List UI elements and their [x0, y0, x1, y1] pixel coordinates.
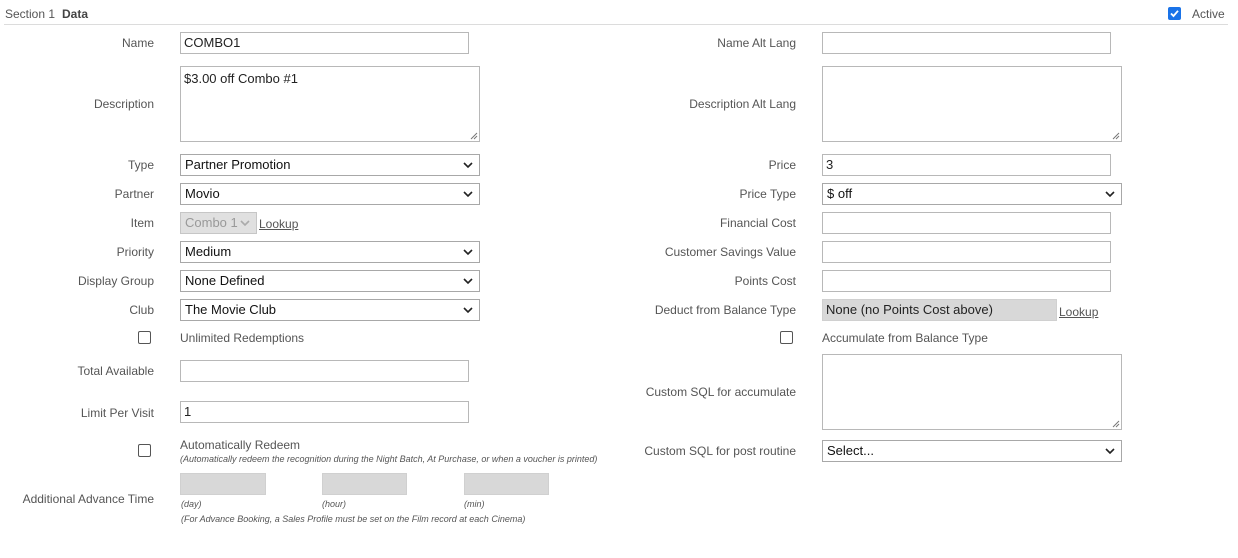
- club-select[interactable]: The Movie Club: [180, 299, 480, 321]
- limit-per-visit-input[interactable]: 1: [180, 401, 469, 423]
- unlimited-redemptions-checkbox[interactable]: [138, 331, 151, 344]
- active-checkbox[interactable]: [1168, 7, 1181, 20]
- advance-time-label: Additional Advance Time: [22, 492, 154, 506]
- custom-sql-post-value: Select...: [827, 443, 874, 458]
- points-cost-input[interactable]: [822, 270, 1111, 292]
- total-available-label: Total Available: [77, 364, 155, 378]
- customer-savings-label: Customer Savings Value: [664, 245, 796, 259]
- display-group-value: None Defined: [185, 273, 265, 288]
- advance-min-input[interactable]: [464, 473, 549, 495]
- priority-select[interactable]: Medium: [180, 241, 480, 263]
- item-lookup-link[interactable]: Lookup: [259, 217, 298, 231]
- partner-value: Movio: [185, 186, 220, 201]
- active-label: Active: [1192, 7, 1225, 21]
- name-alt-lang-input[interactable]: [822, 32, 1111, 54]
- custom-sql-accumulate-label: Custom SQL for accumulate: [645, 385, 796, 399]
- chevron-down-icon: [463, 307, 473, 314]
- price-type-select[interactable]: $ off: [822, 183, 1122, 205]
- auto-redeem-note: (Automatically redeem the recognition du…: [180, 454, 598, 464]
- chevron-down-icon: [463, 162, 473, 169]
- type-label: Type: [127, 158, 154, 172]
- auto-redeem-label: Automatically Redeem: [180, 438, 301, 452]
- partner-label: Partner: [114, 187, 154, 201]
- section-title: Data: [62, 7, 89, 21]
- price-type-label: Price Type: [739, 187, 796, 201]
- financial-cost-label: Financial Cost: [719, 216, 796, 230]
- resize-grip-icon[interactable]: [1111, 419, 1120, 428]
- description-alt-lang-label: Description Alt Lang: [689, 97, 796, 111]
- customer-savings-input[interactable]: [822, 241, 1111, 263]
- advance-day-input[interactable]: [180, 473, 266, 495]
- accumulate-balance-label: Accumulate from Balance Type: [822, 331, 988, 345]
- description-text: $3.00 off Combo #1: [184, 71, 298, 86]
- item-label: Item: [130, 216, 154, 230]
- chevron-down-icon: [240, 220, 250, 227]
- deduct-balance-field[interactable]: None (no Points Cost above): [822, 299, 1057, 321]
- price-input[interactable]: 3: [822, 154, 1111, 176]
- custom-sql-post-select[interactable]: Select...: [822, 440, 1122, 462]
- check-icon: [1170, 10, 1179, 18]
- points-cost-label: Points Cost: [734, 274, 796, 288]
- chevron-down-icon: [463, 249, 473, 256]
- priority-value: Medium: [185, 244, 232, 259]
- financial-cost-input[interactable]: [822, 212, 1111, 234]
- type-value: Partner Promotion: [185, 157, 291, 172]
- custom-sql-accumulate-textarea[interactable]: [822, 354, 1122, 430]
- resize-grip-icon[interactable]: [1111, 131, 1120, 140]
- total-available-input[interactable]: [180, 360, 469, 382]
- description-label: Description: [93, 97, 154, 111]
- name-alt-lang-label: Name Alt Lang: [717, 36, 796, 50]
- chevron-down-icon: [1105, 448, 1115, 455]
- resize-grip-icon[interactable]: [469, 131, 478, 140]
- advance-hour-input[interactable]: [322, 473, 407, 495]
- advance-day-caption: (day): [181, 499, 202, 509]
- accumulate-balance-checkbox[interactable]: [780, 331, 793, 344]
- advance-min-caption: (min): [464, 499, 485, 509]
- display-group-select[interactable]: None Defined: [180, 270, 480, 292]
- chevron-down-icon: [1105, 191, 1115, 198]
- section-label: Section 1: [5, 7, 56, 21]
- advance-hour-caption: (hour): [322, 499, 347, 509]
- limit-per-visit-label: Limit Per Visit: [80, 406, 154, 420]
- custom-sql-post-label: Custom SQL for post routine: [644, 444, 796, 458]
- price-label: Price: [768, 158, 796, 172]
- priority-label: Priority: [116, 245, 154, 259]
- type-select[interactable]: Partner Promotion: [180, 154, 480, 176]
- unlimited-redemptions-label: Unlimited Redemptions: [180, 331, 305, 345]
- advance-time-note: (For Advance Booking, a Sales Profile mu…: [181, 514, 526, 524]
- header-divider: [4, 24, 1228, 25]
- chevron-down-icon: [463, 278, 473, 285]
- item-select[interactable]: Combo 1: [180, 212, 257, 234]
- description-alt-lang-textarea[interactable]: [822, 66, 1122, 142]
- item-value: Combo 1: [185, 215, 238, 230]
- deduct-balance-label: Deduct from Balance Type: [654, 303, 796, 317]
- auto-redeem-checkbox[interactable]: [138, 444, 151, 457]
- deduct-balance-lookup-link[interactable]: Lookup: [1059, 305, 1098, 319]
- chevron-down-icon: [463, 191, 473, 198]
- partner-select[interactable]: Movio: [180, 183, 480, 205]
- price-type-value: $ off: [827, 186, 853, 201]
- club-value: The Movie Club: [185, 302, 277, 317]
- name-input[interactable]: COMBO1: [180, 32, 469, 54]
- display-group-label: Display Group: [77, 274, 154, 288]
- name-label: Name: [121, 36, 154, 50]
- club-label: Club: [129, 303, 154, 317]
- description-textarea[interactable]: $3.00 off Combo #1: [180, 66, 480, 142]
